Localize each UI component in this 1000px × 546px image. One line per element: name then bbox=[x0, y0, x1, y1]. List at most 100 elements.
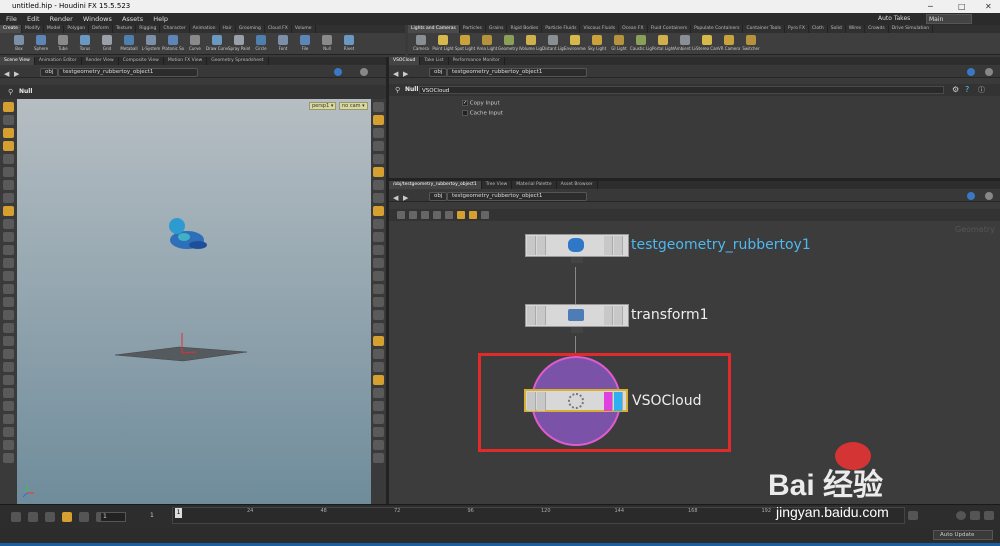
shelf-tab-14[interactable]: Crowds bbox=[865, 25, 889, 33]
shelf-tab-1[interactable]: Modify bbox=[22, 25, 44, 33]
toolbar-button[interactable] bbox=[373, 349, 384, 359]
back-arrow-icon[interactable]: ◀ bbox=[393, 192, 398, 204]
cache-input-checkbox[interactable] bbox=[462, 110, 468, 116]
pane-tab-0[interactable]: /obj/testgeometry_rubbertoy_object1 bbox=[389, 181, 482, 189]
shelf-tab-4[interactable]: Particle Fluids bbox=[542, 25, 581, 33]
back-arrow-icon[interactable]: ◀ bbox=[393, 68, 398, 80]
auto-takes-label[interactable]: Auto Takes bbox=[878, 14, 910, 24]
toolbar-button[interactable] bbox=[373, 440, 384, 450]
shelf-tab-9[interactable]: Container Tools bbox=[743, 25, 785, 33]
menu-edit[interactable]: Edit bbox=[27, 15, 40, 23]
toolbar-button[interactable] bbox=[373, 284, 384, 294]
toolbar-button[interactable] bbox=[3, 128, 14, 138]
tool-area-light[interactable]: Area Light bbox=[476, 33, 498, 54]
toolbar-button[interactable] bbox=[373, 154, 384, 164]
menu-file[interactable]: File bbox=[6, 15, 17, 23]
shelf-tab-3[interactable]: Rigid Bodies bbox=[507, 25, 543, 33]
toolbar-button[interactable] bbox=[373, 362, 384, 372]
toolbar-button[interactable] bbox=[3, 440, 14, 450]
step-back-button[interactable] bbox=[28, 512, 39, 522]
toolbar-button[interactable] bbox=[3, 193, 14, 203]
stop-button[interactable] bbox=[62, 512, 73, 522]
toolbar-button[interactable] bbox=[373, 180, 384, 190]
toolbar-button[interactable] bbox=[3, 154, 14, 164]
toolbar-button[interactable] bbox=[3, 310, 14, 320]
play-reverse-button[interactable] bbox=[45, 512, 56, 522]
network-toolbar-button[interactable] bbox=[481, 211, 489, 219]
pane-tab-2[interactable]: Performance Monitor bbox=[449, 57, 505, 65]
globe-icon[interactable] bbox=[967, 192, 975, 200]
lock-flag[interactable] bbox=[537, 306, 546, 325]
shelf-tab-3[interactable]: Polygon bbox=[64, 25, 90, 33]
toolbar-button[interactable] bbox=[3, 102, 14, 112]
network-toolbar-button[interactable] bbox=[457, 211, 465, 219]
tool-curve[interactable]: Curve bbox=[184, 33, 206, 54]
toolbar-button[interactable] bbox=[3, 297, 14, 307]
minimize-button[interactable]: ─ bbox=[928, 0, 933, 13]
tool-sphere[interactable]: Sphere bbox=[30, 33, 52, 54]
shelf-tab-5[interactable]: Texture bbox=[113, 25, 137, 33]
tool-stereo-cam[interactable]: Stereo Cam... bbox=[696, 33, 718, 54]
toolbar-button[interactable] bbox=[3, 284, 14, 294]
tool-point-light[interactable]: Point Light bbox=[432, 33, 454, 54]
node-transform1[interactable] bbox=[525, 304, 629, 333]
network-toolbar-button[interactable] bbox=[409, 211, 417, 219]
toolbar-button[interactable] bbox=[3, 180, 14, 190]
shelf-tab-15[interactable]: Drive Simulation bbox=[889, 25, 934, 33]
param-cache-input[interactable]: Cache Input bbox=[462, 110, 503, 117]
toolbar-button[interactable] bbox=[373, 141, 384, 151]
path-root[interactable]: obj bbox=[429, 67, 448, 77]
current-frame-marker[interactable]: 1 bbox=[175, 508, 182, 518]
tool-environmen[interactable]: Environmen... bbox=[564, 33, 586, 54]
path-node[interactable]: testgeometry_rubbertoy_object1 bbox=[58, 67, 198, 77]
toolbar-button[interactable] bbox=[373, 232, 384, 242]
network-toolbar-button[interactable] bbox=[469, 211, 477, 219]
bypass-flag[interactable] bbox=[527, 236, 536, 255]
toolbar-button[interactable] bbox=[3, 375, 14, 385]
realtime-toggle[interactable] bbox=[956, 511, 966, 520]
help-icon[interactable]: ? bbox=[965, 84, 969, 96]
desktop-select[interactable]: Main bbox=[926, 14, 972, 24]
toolbar-button[interactable] bbox=[373, 167, 384, 177]
shelf-tab-11[interactable]: Cloth bbox=[809, 25, 828, 33]
shelf-tab-9[interactable]: Hair bbox=[220, 25, 236, 33]
template-flag[interactable] bbox=[604, 306, 613, 325]
tool-distant-light[interactable]: Distant Light bbox=[542, 33, 564, 54]
toolbar-button[interactable] bbox=[373, 219, 384, 229]
tool-l-system[interactable]: L-System bbox=[140, 33, 162, 54]
toolbar-button[interactable] bbox=[3, 219, 14, 229]
frame-field[interactable]: 1 bbox=[100, 512, 126, 522]
path-node[interactable]: testgeometry_rubbertoy_object1 bbox=[447, 67, 587, 77]
tool-volume-light[interactable]: Volume Light bbox=[520, 33, 542, 54]
toolbar-button[interactable] bbox=[3, 115, 14, 125]
shelf-tab-7[interactable]: Character bbox=[160, 25, 190, 33]
toolbar-button[interactable] bbox=[373, 245, 384, 255]
toolbar-button[interactable] bbox=[373, 128, 384, 138]
tool-draw-curve[interactable]: Draw Curve bbox=[206, 33, 228, 54]
close-button[interactable]: ✕ bbox=[985, 0, 992, 13]
forward-arrow-icon[interactable]: ▶ bbox=[14, 68, 19, 80]
forward-arrow-icon[interactable]: ▶ bbox=[403, 68, 408, 80]
tool-spot-light[interactable]: Spot Light bbox=[454, 33, 476, 54]
toolbar-button[interactable] bbox=[373, 414, 384, 424]
shelf-tab-0[interactable]: Create bbox=[0, 25, 22, 33]
toolbar-button[interactable] bbox=[373, 427, 384, 437]
toolbar-button[interactable] bbox=[3, 232, 14, 242]
toolbar-button[interactable] bbox=[3, 427, 14, 437]
display-flag[interactable] bbox=[614, 306, 623, 325]
toolbar-button[interactable] bbox=[373, 206, 384, 216]
shelf-tab-5[interactable]: Viscous Fluids bbox=[580, 25, 620, 33]
tool-ambient-lig[interactable]: Ambient Lig... bbox=[674, 33, 696, 54]
shelf-tab-12[interactable]: Solid bbox=[828, 25, 846, 33]
shelf-tab-0[interactable]: Lights and Cameras bbox=[408, 25, 460, 33]
pane-tab-2[interactable]: Material Palette bbox=[512, 181, 557, 189]
tool-caustic-light[interactable]: Caustic Light bbox=[630, 33, 652, 54]
menu-assets[interactable]: Assets bbox=[122, 15, 143, 23]
tool-metaball[interactable]: Metaball bbox=[118, 33, 140, 54]
search-icon[interactable]: ⚲ bbox=[395, 84, 400, 96]
tool-file[interactable]: File bbox=[294, 33, 316, 54]
toolbar-button[interactable] bbox=[373, 310, 384, 320]
toolbar-button[interactable] bbox=[3, 349, 14, 359]
shelf-tab-2[interactable]: Model bbox=[44, 25, 65, 33]
copy-input-checkbox[interactable]: ✓ bbox=[462, 100, 468, 106]
